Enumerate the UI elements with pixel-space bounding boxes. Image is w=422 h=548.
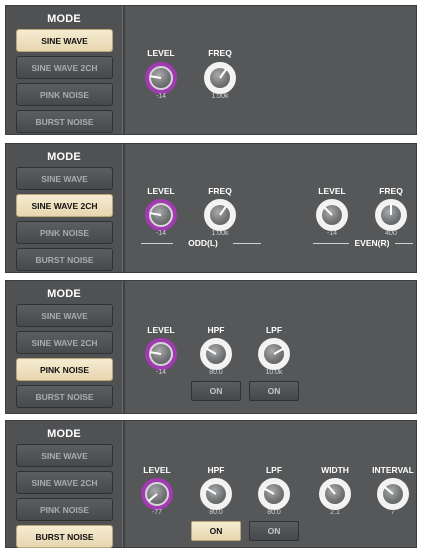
mode-button-sine-wave-2ch[interactable]: SINE WAVE 2CH [16, 194, 113, 217]
osc-panel-sine-wave: MODE SINE WAVE SINE WAVE 2CH PINK NOISE … [5, 5, 417, 135]
level-value: -14 [155, 369, 167, 376]
lpf-knob[interactable] [258, 478, 290, 510]
even-level-label: LEVEL [318, 186, 346, 196]
odd-level-label: LEVEL [147, 186, 175, 196]
hpf-label: HPF [207, 465, 225, 475]
level-label: LEVEL [147, 48, 175, 58]
even-freq-label: FREQ [379, 186, 403, 196]
level-value: -77 [151, 509, 163, 516]
osc-panel-pink-noise: MODE SINE WAVE SINE WAVE 2CH PINK NOISE … [5, 280, 417, 414]
odd-level-value: -14 [155, 230, 167, 237]
osc-panel-burst-noise: MODE SINE WAVE SINE WAVE 2CH PINK NOISE … [5, 420, 417, 548]
level-knob[interactable] [145, 62, 177, 94]
lpf-value: 80.0 [267, 509, 281, 516]
freq-label: FREQ [208, 48, 232, 58]
interval-value: 7 [391, 509, 395, 516]
lpf-on-button[interactable]: ON [249, 381, 299, 401]
mode-title: MODE [47, 428, 81, 440]
mode-button-burst-noise[interactable]: BURST NOISE [16, 385, 113, 408]
mode-column: MODE SINE WAVE SINE WAVE 2CH PINK NOISE … [6, 281, 123, 413]
hpf-knob[interactable] [200, 338, 232, 370]
even-group-line-right [395, 243, 413, 244]
mode-button-burst-noise[interactable]: BURST NOISE [16, 525, 113, 548]
hpf-label: HPF [207, 325, 225, 335]
interval-knob[interactable] [377, 478, 409, 510]
mode-column: MODE SINE WAVE SINE WAVE 2CH PINK NOISE … [6, 6, 123, 134]
odd-freq-value: 1.00k [211, 230, 229, 237]
mode-button-sine-wave[interactable]: SINE WAVE [16, 29, 113, 52]
level-knob[interactable] [145, 338, 177, 370]
hpf-on-button[interactable]: ON [191, 521, 241, 541]
level-label: LEVEL [143, 465, 171, 475]
level-knob[interactable] [141, 478, 173, 510]
mode-button-burst-noise[interactable]: BURST NOISE [16, 110, 113, 133]
mode-button-sine-wave-2ch[interactable]: SINE WAVE 2CH [16, 56, 113, 79]
level-value: -14 [155, 93, 167, 100]
hpf-value: 80.0 [209, 509, 223, 516]
even-group-label: EVEN(R) [354, 238, 390, 248]
mode-button-sine-wave[interactable]: SINE WAVE [16, 167, 113, 190]
mode-button-sine-wave[interactable]: SINE WAVE [16, 444, 113, 467]
hpf-on-button[interactable]: ON [191, 381, 241, 401]
osc-panel-sine-wave-2ch: MODE SINE WAVE SINE WAVE 2CH PINK NOISE … [5, 143, 417, 273]
mode-button-pink-noise[interactable]: PINK NOISE [16, 498, 113, 521]
even-level-knob[interactable] [316, 199, 348, 231]
even-group-line-left [313, 243, 349, 244]
odd-group-line-left [141, 243, 173, 244]
mode-column: MODE SINE WAVE SINE WAVE 2CH PINK NOISE … [6, 144, 123, 272]
lpf-label: LPF [265, 465, 283, 475]
lpf-label: LPF [265, 325, 283, 335]
odd-group-line-right [233, 243, 261, 244]
mode-title: MODE [47, 151, 81, 163]
even-level-value: -14 [326, 230, 338, 237]
odd-freq-label: FREQ [208, 186, 232, 196]
odd-level-knob[interactable] [145, 199, 177, 231]
mode-title: MODE [47, 288, 81, 300]
lpf-knob[interactable] [258, 338, 290, 370]
mode-button-burst-noise[interactable]: BURST NOISE [16, 248, 113, 271]
mode-button-sine-wave-2ch[interactable]: SINE WAVE 2CH [16, 331, 113, 354]
lpf-on-button[interactable]: ON [249, 521, 299, 541]
mode-button-pink-noise[interactable]: PINK NOISE [16, 83, 113, 106]
mode-column: MODE SINE WAVE SINE WAVE 2CH PINK NOISE … [6, 421, 123, 548]
even-freq-knob[interactable] [375, 199, 407, 231]
even-freq-value: 400 [385, 230, 397, 237]
mode-title: MODE [47, 13, 81, 25]
hpf-knob[interactable] [200, 478, 232, 510]
width-value: 2.1 [330, 509, 340, 516]
lpf-value: 10.0k [265, 369, 283, 376]
hpf-value: 80.0 [209, 369, 223, 376]
interval-label: INTERVAL [372, 465, 414, 475]
odd-group-label: ODD(L) [188, 238, 218, 248]
mode-button-pink-noise[interactable]: PINK NOISE [16, 221, 113, 244]
level-label: LEVEL [147, 325, 175, 335]
odd-freq-knob[interactable] [204, 199, 236, 231]
mode-button-sine-wave-2ch[interactable]: SINE WAVE 2CH [16, 471, 113, 494]
freq-knob[interactable] [204, 62, 236, 94]
width-knob[interactable] [319, 478, 351, 510]
width-label: WIDTH [321, 465, 349, 475]
mode-button-sine-wave[interactable]: SINE WAVE [16, 304, 113, 327]
freq-value: 1.00k [211, 93, 229, 100]
mode-button-pink-noise[interactable]: PINK NOISE [16, 358, 113, 381]
